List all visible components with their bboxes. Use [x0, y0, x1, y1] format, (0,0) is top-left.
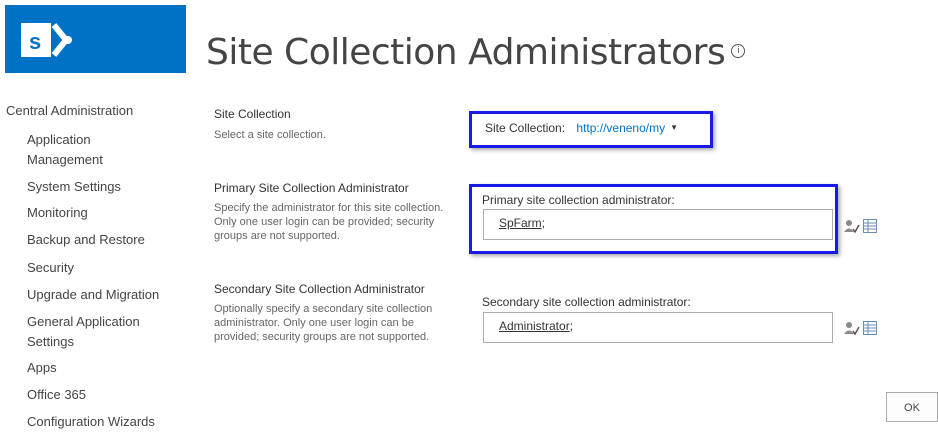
site-collection-selector[interactable]: Site Collection: http://veneno/my ▼	[485, 121, 678, 135]
primary-admin-input[interactable]: SpFarm;	[483, 209, 833, 240]
nav-item-application-management[interactable]: Application Management	[27, 130, 147, 170]
nav-item-monitoring[interactable]: Monitoring	[27, 203, 88, 223]
sharepoint-logo[interactable]: s	[5, 5, 186, 73]
secondary-admin-label: Secondary site collection administrator:	[482, 295, 691, 309]
secondary-admin-section-title: Secondary Site Collection Administrator	[214, 282, 425, 296]
site-collection-section-title: Site Collection	[214, 107, 291, 121]
site-collection-section-desc: Select a site collection.	[214, 129, 326, 141]
nav-item-apps[interactable]: Apps	[27, 358, 57, 378]
secondary-admin-input[interactable]: Administrator;	[483, 312, 833, 343]
nav-item-system-settings[interactable]: System Settings	[27, 177, 121, 197]
primary-admin-separator: ;	[541, 216, 546, 230]
nav-item-upgrade-migration[interactable]: Upgrade and Migration	[27, 285, 159, 305]
nav-item-backup-restore[interactable]: Backup and Restore	[27, 230, 145, 250]
page-title: Site Collection Administrators i	[206, 32, 746, 73]
primary-admin-section-title: Primary Site Collection Administrator	[214, 181, 409, 195]
secondary-admin-separator: ;	[569, 319, 574, 333]
browse-address-book-icon[interactable]	[863, 321, 877, 335]
page-title-text: Site Collection Administrators	[206, 32, 726, 73]
nav-item-general-application-settings[interactable]: General Application Settings	[27, 312, 157, 352]
sharepoint-logo-icon: s	[21, 23, 72, 57]
secondary-admin-section-desc: Optionally specify a secondary site coll…	[214, 303, 433, 343]
nav-item-security[interactable]: Security	[27, 258, 74, 278]
secondary-admin-value: Administrator	[499, 319, 570, 333]
site-collection-value-link[interactable]: http://veneno/my	[576, 121, 665, 135]
primary-admin-section-desc: Specify the administrator for this site …	[214, 202, 444, 242]
nav-item-office-365[interactable]: Office 365	[27, 385, 86, 405]
primary-admin-icons	[844, 218, 877, 234]
primary-admin-label: Primary site collection administrator:	[482, 193, 675, 207]
chevron-down-icon[interactable]: ▼	[670, 123, 678, 132]
check-names-icon[interactable]	[844, 320, 860, 336]
check-names-icon[interactable]	[844, 218, 860, 234]
nav-central-administration[interactable]: Central Administration	[6, 103, 133, 118]
secondary-admin-icons	[844, 320, 877, 336]
nav-item-configuration-wizards[interactable]: Configuration Wizards	[27, 412, 155, 432]
browse-address-book-icon[interactable]	[863, 219, 877, 233]
svg-text:s: s	[29, 29, 41, 54]
ok-button[interactable]: OK	[886, 392, 938, 422]
site-collection-label: Site Collection:	[485, 121, 566, 135]
primary-admin-value: SpFarm	[499, 216, 542, 230]
info-icon[interactable]: i	[731, 44, 746, 58]
